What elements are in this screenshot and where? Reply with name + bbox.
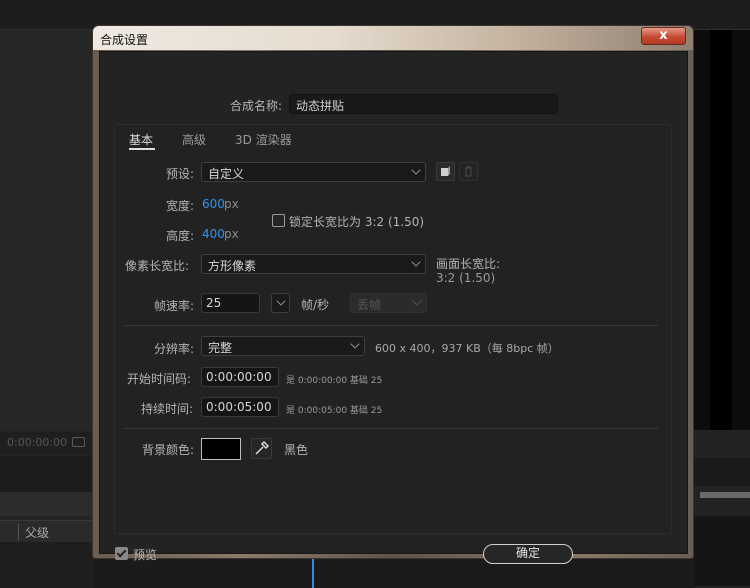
eyedropper-icon xyxy=(255,440,270,455)
tab-advanced[interactable]: 高级 xyxy=(182,131,206,148)
drop-frame-select[interactable]: 丢帧 xyxy=(350,293,427,313)
height-unit: px xyxy=(224,227,239,241)
dialog-body: 合成名称: 动态拼贴 基本 高级 3D 渲染器 预设: 自定义 宽度: 600 … xyxy=(99,51,688,564)
camera-icon[interactable] xyxy=(72,437,85,447)
parent-column-header[interactable]: 父级 xyxy=(0,520,94,542)
settings-panel: 基本 高级 3D 渲染器 预设: 自定义 宽度: 600 px 高度: 400 … xyxy=(114,124,672,534)
frame-rate-input[interactable]: 25 xyxy=(201,293,260,313)
pixel-aspect-label: 像素长宽比: xyxy=(125,259,190,273)
duration-label: 持续时间: xyxy=(141,402,194,416)
project-panel xyxy=(0,30,94,430)
chevron-down-icon xyxy=(276,296,286,306)
work-area-bar[interactable] xyxy=(700,492,750,498)
start-timecode-note: 是 0:00:00:00 基础 25 xyxy=(286,376,383,386)
composition-viewer xyxy=(690,30,750,430)
height-value[interactable]: 400 xyxy=(202,227,225,241)
resolution-label: 分辨率: xyxy=(154,342,195,356)
width-unit: px xyxy=(224,197,239,211)
lock-aspect-checkbox[interactable] xyxy=(272,214,285,227)
lock-aspect-label: 锁定长宽比为 3:2 (1.50) xyxy=(289,215,425,229)
active-tab-indicator xyxy=(129,148,155,150)
resolution-info: 600 x 400，937 KB（每 8bpc 帧） xyxy=(375,342,559,355)
timecode-text: 0:00:00:00 xyxy=(7,436,68,449)
preview-checkbox[interactable] xyxy=(115,547,128,560)
width-label: 宽度: xyxy=(166,199,195,213)
timeline-layers xyxy=(0,542,94,588)
resolution-select[interactable]: 完整 xyxy=(201,336,365,356)
tab-3d-renderer[interactable]: 3D 渲染器 xyxy=(235,131,292,148)
height-label: 高度: xyxy=(166,229,195,243)
comp-name-label: 合成名称: xyxy=(230,99,283,113)
close-button[interactable]: x xyxy=(641,27,686,45)
chevron-down-icon xyxy=(350,339,360,349)
comp-name-input[interactable]: 动态拼贴 xyxy=(289,94,558,114)
close-icon: x xyxy=(659,28,668,43)
start-timecode-input[interactable]: 0:00:00:00 xyxy=(201,367,279,387)
frame-aspect-label: 画面长宽比: xyxy=(436,257,501,271)
frame-rate-label: 帧速率: xyxy=(154,299,195,313)
timeline-track-area xyxy=(94,558,694,588)
timeline-toolbar xyxy=(0,456,94,492)
chevron-down-icon xyxy=(411,165,421,175)
timeline-timecode[interactable]: 0:00:00:00 xyxy=(0,432,94,454)
chevron-down-icon xyxy=(412,296,422,306)
bg-color-label: 背景颜色: xyxy=(142,443,195,457)
bg-color-name: 黑色 xyxy=(284,443,309,457)
delete-preset-button[interactable] xyxy=(459,162,478,181)
save-preset-button[interactable] xyxy=(436,162,455,181)
bg-color-swatch[interactable] xyxy=(201,438,241,460)
trash-icon xyxy=(465,166,472,177)
eyedropper-button[interactable] xyxy=(251,438,272,459)
preset-value: 自定义 xyxy=(208,167,245,181)
tab-basic[interactable]: 基本 xyxy=(129,131,153,148)
divider xyxy=(124,428,658,429)
duration-note: 是 0:00:05:00 基础 25 xyxy=(286,406,383,416)
timeline-layer-header xyxy=(0,492,94,516)
start-timecode-label: 开始时间码: xyxy=(127,372,192,386)
pixel-aspect-value: 方形像素 xyxy=(208,259,257,273)
divider xyxy=(124,325,658,326)
dialog-titlebar[interactable]: 合成设置 x xyxy=(93,26,693,50)
timeline-right-area xyxy=(690,432,750,588)
ok-button[interactable]: 确定 xyxy=(483,544,573,564)
preview-label: 预览 xyxy=(133,548,158,562)
fps-unit: 帧/秒 xyxy=(301,298,330,312)
parent-column-label: 父级 xyxy=(25,526,50,540)
dialog-title: 合成设置 xyxy=(100,33,149,47)
save-preset-icon xyxy=(441,166,450,176)
preset-label: 预设: xyxy=(166,167,195,181)
frame-rate-dropdown[interactable] xyxy=(271,293,290,313)
resolution-value: 完整 xyxy=(208,341,233,355)
pixel-aspect-select[interactable]: 方形像素 xyxy=(201,254,426,274)
drop-frame-value: 丢帧 xyxy=(357,298,382,312)
chevron-down-icon xyxy=(411,257,421,267)
duration-input[interactable]: 0:00:05:00 xyxy=(201,397,279,417)
playhead-line[interactable] xyxy=(312,558,314,588)
preset-select[interactable]: 自定义 xyxy=(201,162,426,182)
width-value[interactable]: 600 xyxy=(202,197,225,211)
frame-aspect-value: 3:2 (1.50) xyxy=(436,271,496,285)
composition-settings-dialog: 合成设置 x 合成名称: 动态拼贴 基本 高级 3D 渲染器 预设: 自定义 宽… xyxy=(92,25,694,564)
